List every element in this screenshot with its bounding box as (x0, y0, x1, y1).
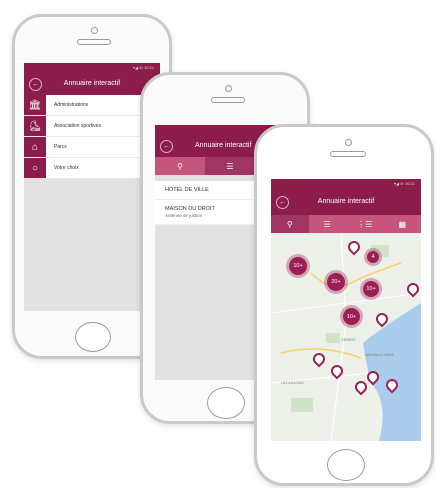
speaker (330, 151, 366, 157)
park-house-icon: ⌂ (24, 137, 46, 157)
tab-bar: ⚲ ☰ ⋮☰ ▦ (271, 215, 421, 233)
app-title: Annuaire interactif (63, 80, 121, 87)
category-label: Parcs (54, 144, 67, 150)
screen-right: ▾◢ 4▪ 10:21 ← Annuaire interactif ⚲ ☰ ⋮☰… (271, 179, 421, 441)
map-cluster[interactable]: 10+ (289, 257, 307, 275)
map-label: LES EAUX-VIVES (365, 353, 394, 357)
tab-map[interactable]: ⚲ (271, 215, 309, 233)
back-arrow-icon[interactable]: ← (160, 140, 173, 153)
map-label: LES ACACIAS (281, 381, 304, 385)
map-cluster[interactable]: 20+ (327, 273, 345, 291)
sport-shoe-icon: ⛸ (24, 116, 46, 136)
front-camera (91, 27, 98, 34)
grid-icon: ▦ (398, 219, 407, 229)
map-label: GENEVE (341, 338, 356, 342)
category-label: Association sportives (54, 123, 101, 129)
speaker (77, 39, 111, 45)
map-cluster[interactable]: 4 (367, 251, 379, 263)
category-label: Administrations (54, 102, 89, 108)
tab-list[interactable]: ☰ (309, 215, 347, 233)
status-bar: ▾◢ 4▪ 10:21 (24, 63, 160, 73)
tab-list[interactable]: ☰ (205, 157, 255, 175)
tab-filter[interactable]: ⋮☰ (346, 215, 384, 233)
map-cluster[interactable]: 10+ (343, 308, 360, 325)
list-icon: ☰ (323, 219, 331, 229)
app-title: Annuaire interactif (317, 198, 375, 205)
home-button[interactable] (75, 322, 111, 352)
tab-map[interactable]: ⚲ (155, 157, 205, 175)
filter-list-icon: ⋮☰ (357, 219, 373, 229)
home-button[interactable] (327, 449, 365, 481)
map-pin-icon: ⚲ (286, 219, 293, 229)
home-button[interactable] (207, 387, 245, 419)
bank-icon: 🏛 (24, 95, 46, 115)
circle-icon: ○ (24, 158, 46, 178)
map-pin-icon: ⚲ (177, 161, 183, 171)
map-cluster[interactable]: 10+ (363, 281, 379, 297)
map-view[interactable]: 10+ 20+ 10+ 10+ 4 GENEVE LES EAUX-VIVES … (271, 233, 421, 441)
status-bar: ▾◢ 4▪ 10:21 (271, 179, 421, 189)
phone-right: ▾◢ 4▪ 10:21 ← Annuaire interactif ⚲ ☰ ⋮☰… (254, 124, 434, 486)
tab-grid[interactable]: ▦ (384, 215, 422, 233)
app-header: ← Annuaire interactif (24, 73, 160, 95)
speaker (211, 97, 245, 103)
category-label: Votre choix (54, 165, 79, 171)
app-header: ← Annuaire interactif (271, 189, 421, 215)
front-camera (225, 85, 232, 92)
list-icon: ☰ (226, 161, 234, 171)
front-camera (345, 139, 352, 146)
